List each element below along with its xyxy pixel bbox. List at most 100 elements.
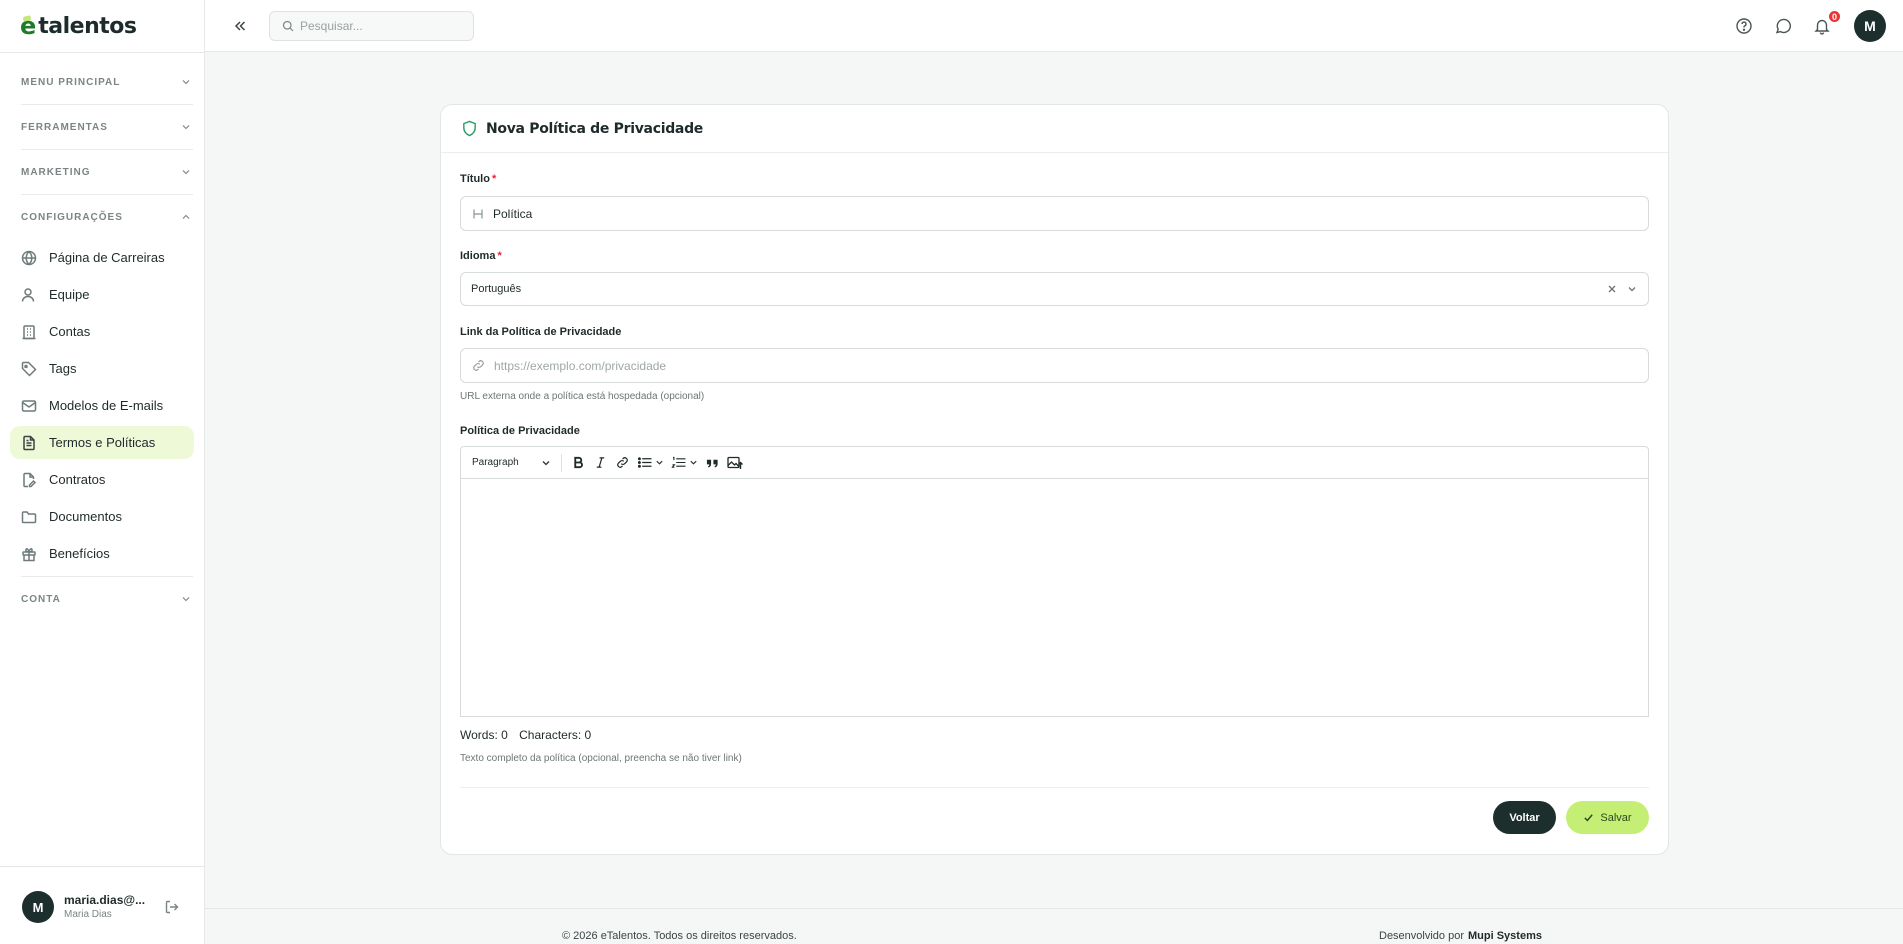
user-profile[interactable]: M maria.dias@... Maria Dias <box>0 866 205 944</box>
logo-text: talentos <box>38 13 137 39</box>
section-label: CONFIGURAÇÕES <box>21 211 123 223</box>
copyright-text: © 2026 eTalentos. Todos os direitos rese… <box>562 930 797 942</box>
developer-credit: Desenvolvido por Mupi Systems <box>1379 930 1542 942</box>
sidebar-item-label: Termos e Políticas <box>49 435 156 450</box>
policy-editor[interactable] <box>460 479 1649 717</box>
sidebar-item-documentos[interactable]: Documentos <box>10 500 194 533</box>
link-help-text: URL externa onde a política está hospeda… <box>460 391 705 402</box>
collapse-sidebar-icon[interactable] <box>232 18 248 34</box>
sidebar: e talentos MENU PRINCIPAL FERRAMENTAS MA… <box>0 0 205 944</box>
idioma-label: Idioma * <box>460 250 502 262</box>
sidebar-item-contas[interactable]: Contas <box>10 315 194 348</box>
titulo-label: Título * <box>460 173 496 185</box>
chevron-down-icon[interactable] <box>1626 283 1638 295</box>
chevron-up-icon <box>182 214 190 219</box>
logo-mark: e <box>20 12 37 40</box>
sidebar-item-tags[interactable]: Tags <box>10 352 194 385</box>
numbered-list-button[interactable] <box>668 452 702 474</box>
sidebar-item-beneficios[interactable]: Benefícios <box>10 537 194 570</box>
paragraph-select[interactable]: Paragraph <box>468 452 555 474</box>
sidebar-item-label: Contas <box>49 324 91 339</box>
bold-icon <box>574 456 584 469</box>
sidebar-item-label: Modelos de E-mails <box>49 398 164 413</box>
bold-button[interactable] <box>568 452 590 474</box>
word-count: Words: 0 Characters: 0 <box>460 728 591 742</box>
titulo-field[interactable] <box>460 196 1649 231</box>
sidebar-divider <box>0 52 205 53</box>
words-count: Words: 0 <box>460 728 508 742</box>
bulleted-list-button[interactable] <box>634 452 668 474</box>
policy-help-text: Texto completo da política (opcional, pr… <box>460 753 742 764</box>
sidebar-item-label: Documentos <box>49 509 122 524</box>
sidebar-item-contratos[interactable]: Contratos <box>10 463 194 496</box>
chevron-down-icon <box>182 597 190 602</box>
sidebar-item-label: Página de Carreiras <box>49 250 165 265</box>
chevron-down-icon <box>656 460 663 465</box>
sidebar-item-equipe[interactable]: Equipe <box>10 278 194 311</box>
globe-icon <box>21 250 37 265</box>
help-icon[interactable] <box>1735 17 1753 35</box>
sidebar-item-termos-e-politicas[interactable]: Termos e Políticas <box>10 426 194 459</box>
footer: © 2026 eTalentos. Todos os direitos rese… <box>205 908 1903 944</box>
image-upload-icon <box>727 456 743 469</box>
section-label: MENU PRINCIPAL <box>21 76 121 88</box>
policy-form-card: Nova Política de Privacidade Título* Idi… <box>440 104 1669 855</box>
check-icon <box>1584 814 1594 822</box>
required-marker: * <box>497 250 502 262</box>
titulo-label-text: Título <box>460 173 490 185</box>
building-icon <box>22 324 36 339</box>
search-input[interactable] <box>300 19 460 33</box>
link-field[interactable] <box>460 348 1649 383</box>
brand-logo[interactable]: e talentos <box>20 13 137 39</box>
section-divider <box>21 104 193 105</box>
logout-icon[interactable] <box>164 899 180 915</box>
section-menu-principal[interactable]: MENU PRINCIPAL <box>21 73 191 91</box>
avatar: M <box>22 891 54 923</box>
header-avatar[interactable]: M <box>1854 10 1886 42</box>
clear-icon[interactable] <box>1606 283 1618 295</box>
back-button[interactable]: Voltar <box>1493 801 1556 834</box>
section-marketing[interactable]: MARKETING <box>21 163 191 181</box>
section-label: MARKETING <box>21 166 91 178</box>
blockquote-button[interactable] <box>702 452 724 474</box>
form-divider <box>460 787 1649 788</box>
section-conta[interactable]: CONTA <box>21 590 191 608</box>
sidebar-item-modelos-de-e-mails[interactable]: Modelos de E-mails <box>10 389 194 422</box>
quote-icon <box>707 459 718 468</box>
search-box[interactable] <box>269 11 474 41</box>
user-icon <box>21 287 35 302</box>
user-email: maria.dias@... <box>64 893 146 907</box>
chevron-down-icon <box>542 460 550 465</box>
section-configuracoes[interactable]: CONFIGURAÇÕES <box>21 208 191 226</box>
sidebar-item-label: Equipe <box>49 287 90 302</box>
section-divider <box>21 194 193 195</box>
page-title: Nova Política de Privacidade <box>486 120 703 137</box>
save-button[interactable]: Salvar <box>1566 801 1649 834</box>
sidebar-item-label: Tags <box>49 361 77 376</box>
folder-icon <box>21 510 37 523</box>
developer-name[interactable]: Mupi Systems <box>1468 930 1542 942</box>
paragraph-select-label: Paragraph <box>472 457 519 468</box>
characters-count: Characters: 0 <box>519 728 592 742</box>
top-bar: 0 M <box>205 0 1903 52</box>
developer-prefix: Desenvolvido por <box>1379 930 1464 942</box>
section-ferramentas[interactable]: FERRAMENTAS <box>21 118 191 136</box>
heading-icon <box>473 209 483 218</box>
search-icon <box>282 20 294 32</box>
shield-icon <box>463 120 476 137</box>
chat-icon[interactable] <box>1774 17 1792 35</box>
editor-toolbar: Paragraph <box>460 446 1649 479</box>
sidebar-item-pagina-de-carreiras[interactable]: Página de Carreiras <box>10 241 194 274</box>
idioma-select[interactable]: Português <box>460 272 1649 306</box>
sidebar-item-label: Benefícios <box>49 546 110 561</box>
titulo-input[interactable] <box>493 206 1593 221</box>
bulleted-list-icon <box>638 457 652 468</box>
italic-button[interactable] <box>590 452 612 474</box>
link-input[interactable] <box>494 358 1594 373</box>
file-text-icon <box>23 435 35 450</box>
section-divider <box>21 576 193 577</box>
numbered-list-icon <box>671 456 686 468</box>
insert-image-button[interactable] <box>724 452 746 474</box>
mail-icon <box>21 399 37 412</box>
link-button[interactable] <box>612 452 634 474</box>
